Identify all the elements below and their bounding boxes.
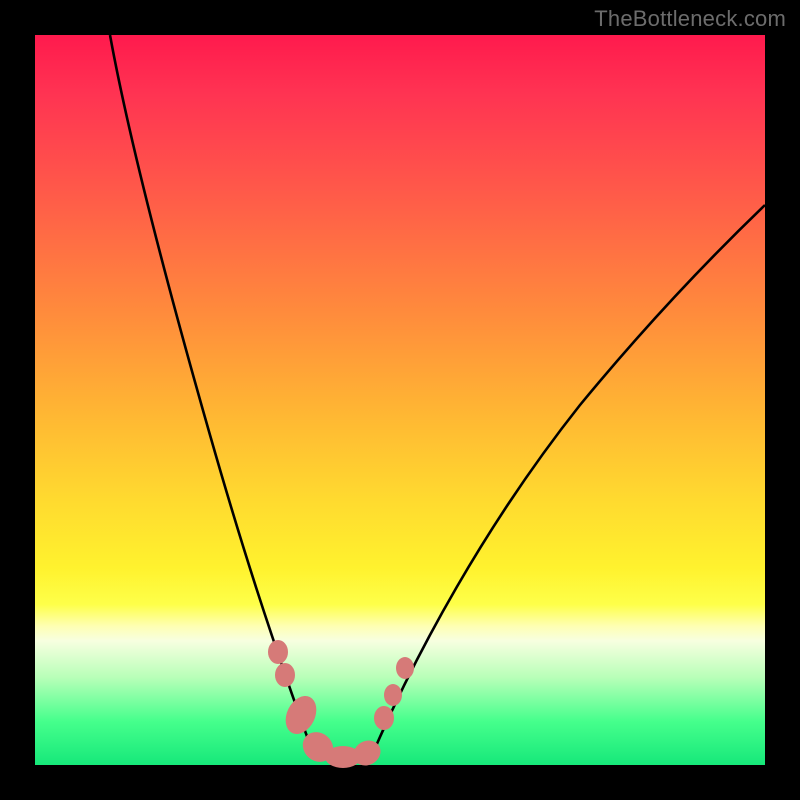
right-curve [373,205,765,753]
chart-frame: TheBottleneck.com [0,0,800,800]
valley-markers [268,640,414,770]
curve-layer [35,35,765,765]
watermark-text: TheBottleneck.com [594,6,786,32]
